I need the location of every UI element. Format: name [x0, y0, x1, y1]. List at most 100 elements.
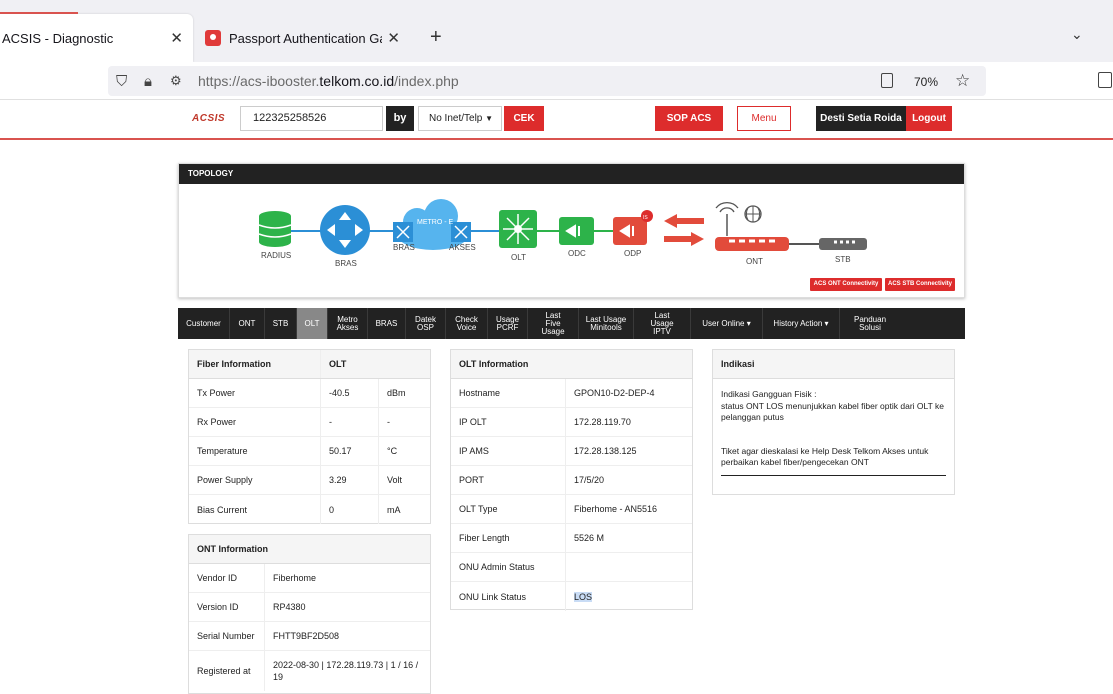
tab-customer[interactable]: Customer: [178, 308, 230, 339]
onu-link-status-value: LOS: [574, 591, 593, 602]
indikasi-header: Indikasi: [713, 350, 954, 379]
app-header: ACSIS 122325258526 by No Inet/Telp ▼ CEK …: [0, 100, 1113, 140]
tab-ont[interactable]: ONT: [230, 308, 265, 339]
bras-router-icon: [320, 205, 370, 255]
user-name: Desti Setia Roida: [816, 106, 906, 131]
fiber-value: 0: [321, 495, 379, 524]
tab-stb[interactable]: STB: [265, 308, 297, 339]
acs-stb-connectivity-button[interactable]: ACS STB Connectivity: [885, 278, 955, 291]
shield-icon[interactable]: ⛉: [116, 73, 127, 90]
fiber-label: Bias Current: [189, 495, 321, 524]
cek-button[interactable]: CEK: [504, 106, 544, 131]
tab-history-action[interactable]: History Action ▾: [763, 308, 840, 339]
table-row: Power Supply 3.29 Volt: [189, 466, 430, 495]
url-text[interactable]: https://acs-ibooster.telkom.co.id/index.…: [198, 73, 459, 89]
topology-title: TOPOLOGY: [179, 164, 964, 184]
tab-acsis-diagnostic[interactable]: ACSIS - Diagnostic ✕: [0, 12, 193, 62]
tab-olt[interactable]: OLT: [297, 308, 328, 339]
fiber-information-panel: Fiber Information OLT Tx Power -40.5 dBm R…: [188, 349, 431, 524]
olt-information-panel: OLT Information Hostname GPON10-D2-DEP-4 …: [450, 349, 693, 611]
table-row: Bias Current 0 mA: [189, 495, 430, 524]
indikasi-line: Indikasi Gangguan Fisik :: [721, 389, 817, 399]
olt-label: ONU Admin Status: [451, 553, 566, 581]
fiber-unit: °C: [387, 446, 398, 456]
topology-panel: TOPOLOGY RADIUS BRAS METRO - E BRAS AKSE…: [178, 163, 965, 298]
odc-splitter-icon: [559, 217, 594, 245]
akses-label: AKSES: [449, 243, 476, 252]
lock-icon[interactable]: 🔒︎: [144, 73, 152, 90]
fiber-unit: Volt: [387, 475, 403, 485]
odc-label: ODC: [568, 249, 586, 258]
tab-last-usage-iptv[interactable]: Last Usage IPTV: [634, 308, 691, 339]
fiber-unit: mA: [387, 504, 401, 515]
table-row: PORT 17/5/20: [451, 466, 692, 495]
ont-value: FHTT9BF2D508: [273, 631, 340, 641]
olt-label: Hostname: [451, 379, 566, 407]
tab-metro-akses[interactable]: Metro Akses: [328, 308, 368, 339]
tab-last-usage-minitools[interactable]: Last Usage Minitools: [579, 308, 634, 339]
ont-panel-header: ONT Information: [189, 535, 430, 564]
passport-favicon-icon: [205, 30, 221, 46]
zoom-level[interactable]: 70%: [914, 75, 938, 89]
fiber-panel-header: Fiber Information OLT: [189, 350, 430, 379]
table-row: Version ID RP4380: [189, 593, 430, 622]
ont-information-panel: ONT Information Vendor ID Fiberhome Versi…: [188, 534, 431, 694]
tab-passport-auth[interactable]: Passport Authentication Gatewa ✕: [200, 14, 410, 62]
url-bar[interactable]: ⛉ 🔒︎ ⚙ https://acs-ibooster.telkom.co.id…: [108, 66, 986, 96]
tab-panduan-solusi[interactable]: Panduan Solusi: [840, 308, 900, 339]
olt-panel-header: OLT Information: [451, 350, 692, 379]
search-input[interactable]: 122325258526: [240, 106, 383, 131]
divider: [721, 474, 946, 476]
ont-value: 2022-08-30 | 172.28.119.73 | 1 / 16 / 19: [273, 660, 419, 682]
olt-value: 172.28.138.125: [574, 446, 637, 456]
tab-last-five-usage[interactable]: Last Five Usage: [528, 308, 579, 339]
tab-datek-osp[interactable]: Datek OSP: [406, 308, 446, 339]
radius-label: RADIUS: [261, 251, 291, 260]
radius-server-icon: [258, 211, 292, 247]
tab-user-online[interactable]: User Online ▾: [691, 308, 763, 339]
search-type-select[interactable]: No Inet/Telp ▼: [418, 106, 502, 131]
olt-label: ONU Link Status: [451, 582, 566, 611]
acsis-logo: ACSIS: [192, 113, 226, 124]
permissions-icon[interactable]: ⚙: [170, 73, 182, 89]
metro-label: METRO - E: [417, 219, 453, 226]
sidebar-panel-icon[interactable]: [1098, 72, 1112, 88]
fiber-value: -: [321, 408, 379, 436]
search-type-value: No Inet/Telp: [429, 113, 483, 124]
table-row: ONU Admin Status: [451, 553, 692, 582]
sop-acs-button[interactable]: SOP ACS: [655, 106, 723, 131]
menu-button[interactable]: Menu: [737, 106, 791, 131]
url-path: /index.php: [394, 73, 459, 89]
table-row: Fiber Length 5526 M: [451, 524, 692, 553]
table-row: IP OLT 172.28.119.70: [451, 408, 692, 437]
close-icon[interactable]: ✕: [387, 29, 400, 47]
tab-check-voice[interactable]: Check Voice: [446, 308, 488, 339]
olt-value: [566, 553, 692, 581]
bras-label: BRAS: [335, 259, 357, 268]
acs-ont-connectivity-button[interactable]: ACS ONT Connectivity: [810, 278, 882, 291]
fiber-value: 50.17: [321, 437, 379, 465]
fiber-value: 3.29: [321, 466, 379, 494]
olt-value: 5526 M: [574, 533, 605, 543]
table-row: Temperature 50.17 °C: [189, 437, 430, 466]
close-icon[interactable]: ✕: [170, 29, 183, 47]
reader-view-icon[interactable]: [881, 73, 893, 88]
ont-router-icon: [715, 202, 789, 251]
tab-bras[interactable]: BRAS: [368, 308, 406, 339]
url-domain: telkom.co.id: [319, 73, 395, 89]
olt-value: 17/5/20: [574, 475, 605, 485]
fiber-label: Power Supply: [189, 466, 321, 494]
stb-box-icon: [819, 238, 867, 250]
olt-label: OLT Type: [451, 495, 566, 523]
logout-button[interactable]: Logout: [906, 106, 952, 131]
new-tab-icon[interactable]: +: [430, 26, 442, 49]
chevron-down-icon[interactable]: ⌄: [1071, 26, 1083, 43]
fiber-unit: -: [387, 417, 390, 427]
indikasi-body: Indikasi Gangguan Fisik : status ONT LOS…: [713, 379, 954, 486]
table-row: Serial Number FHTT9BF2D508: [189, 622, 430, 651]
tab-title: Passport Authentication Gatewa: [229, 30, 382, 46]
tab-usage-pcrf[interactable]: Usage PCRF: [488, 308, 528, 339]
olt-value: 172.28.119.70: [574, 417, 631, 427]
fiber-label: Temperature: [189, 437, 321, 465]
bookmark-star-icon[interactable]: ☆: [955, 71, 970, 91]
